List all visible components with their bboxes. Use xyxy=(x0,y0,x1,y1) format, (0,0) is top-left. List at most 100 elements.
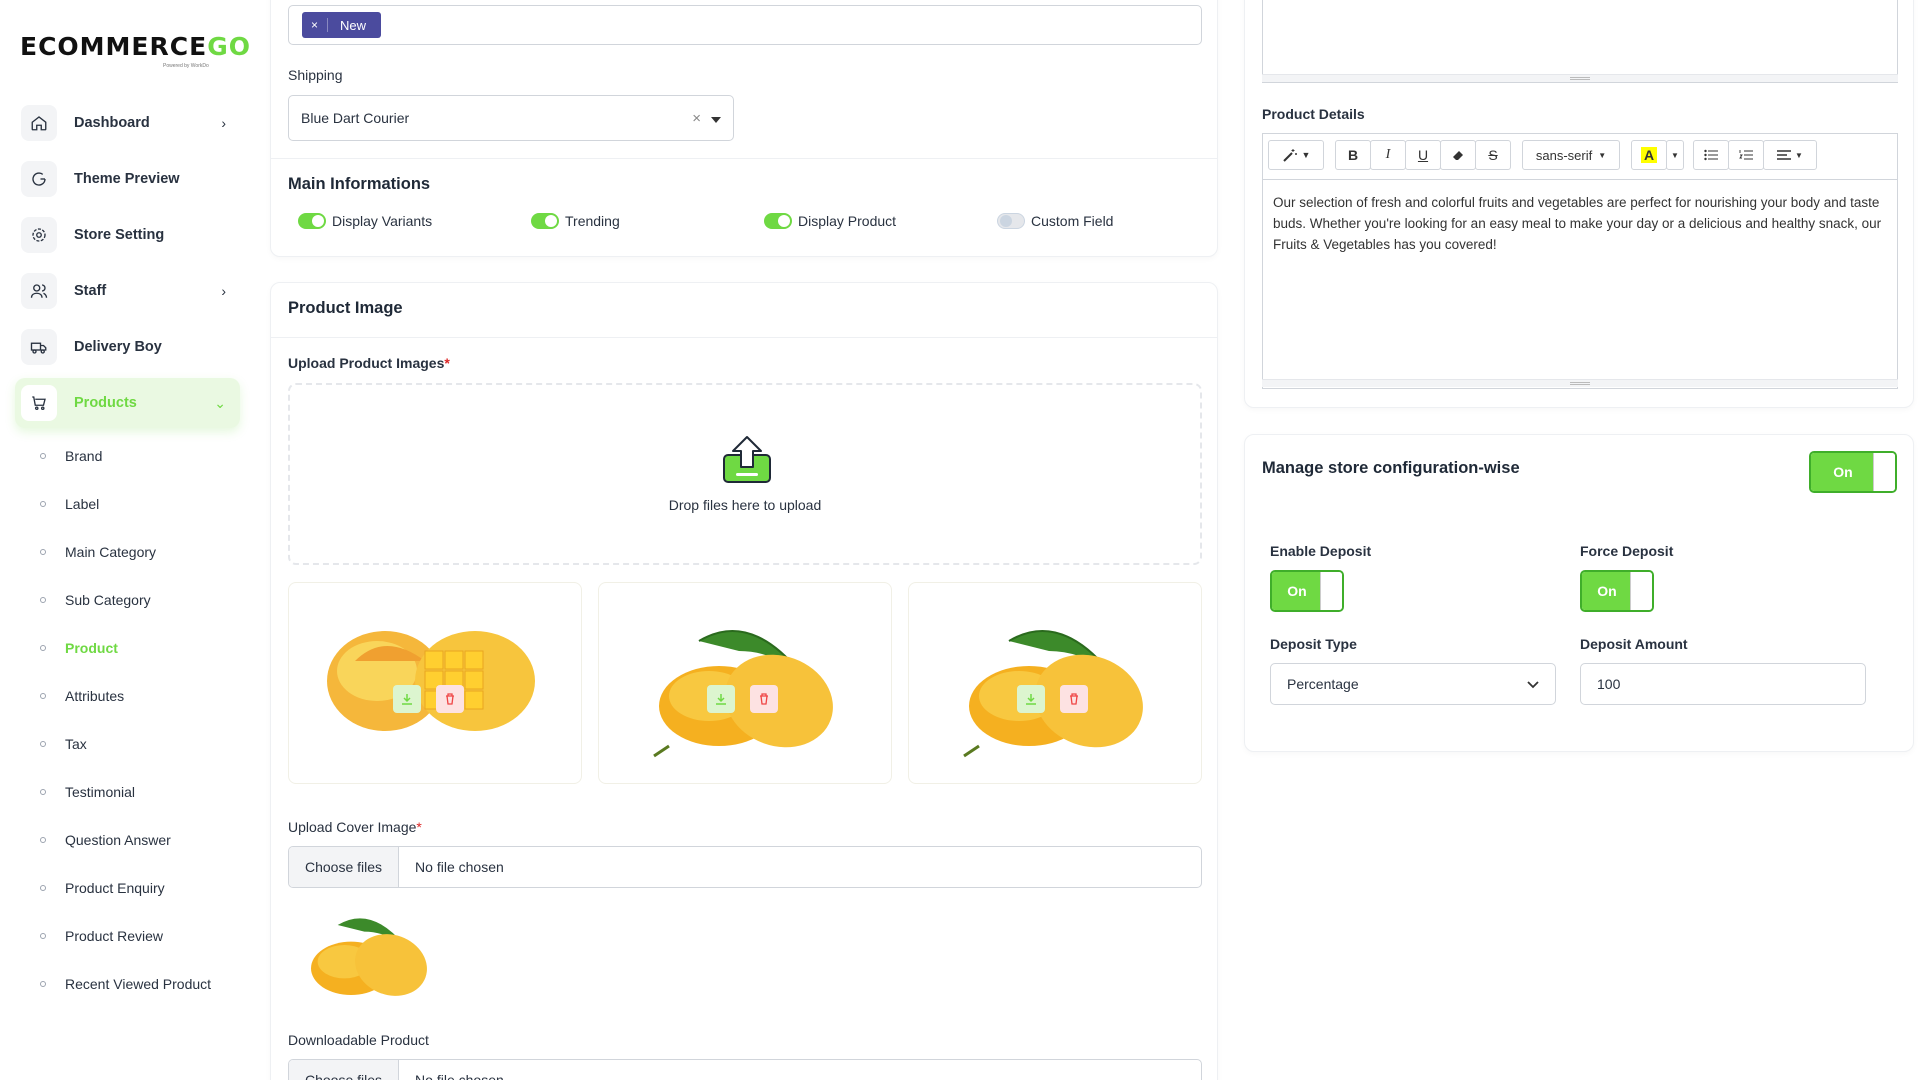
product-details-editor[interactable]: ▼ B I U S sans-serif ▼ A ▼ ▼ Our selecti… xyxy=(1262,133,1898,389)
font-family-select[interactable]: sans-serif ▼ xyxy=(1522,140,1620,170)
shipping-select[interactable]: Blue Dart Courier × xyxy=(288,95,734,141)
product-image-card: Product Image Upload Product Images* Dro… xyxy=(270,282,1218,1080)
clear-icon[interactable]: × xyxy=(692,110,701,127)
bullet-icon xyxy=(40,501,46,507)
deposit-type-value: Percentage xyxy=(1287,676,1359,692)
cover-image-input[interactable]: Choose files No file chosen xyxy=(288,846,1202,888)
product-details-label: Product Details xyxy=(1262,106,1365,122)
bullet-icon xyxy=(40,741,46,747)
sidebar-item-dashboard[interactable]: Dashboard › xyxy=(15,98,240,148)
store-config-toggle[interactable]: On xyxy=(1809,451,1897,493)
bullet-icon xyxy=(40,645,46,651)
editor-content[interactable]: Our selection of fresh and colorful frui… xyxy=(1273,192,1885,255)
strikethrough-button[interactable]: S xyxy=(1475,140,1511,170)
gear-icon xyxy=(21,217,57,253)
sidebar-subitem-product-review[interactable]: Product Review xyxy=(40,924,163,948)
subitem-label: Tax xyxy=(65,736,87,752)
divider xyxy=(271,337,1217,338)
tag-remove-button[interactable]: × xyxy=(302,18,328,32)
sidebar-item-store-setting[interactable]: Store Setting xyxy=(15,210,240,260)
sidebar-subitem-recent-viewed-product[interactable]: Recent Viewed Product xyxy=(40,972,211,996)
deposit-amount-label: Deposit Amount xyxy=(1580,636,1688,652)
align-icon[interactable]: ▼ xyxy=(1763,140,1817,170)
font-name: sans-serif xyxy=(1535,147,1593,163)
previous-editor-area[interactable] xyxy=(1262,0,1898,83)
deposit-type-select[interactable]: Percentage xyxy=(1270,663,1556,705)
sidebar-item-theme-preview[interactable]: Theme Preview xyxy=(15,154,240,204)
sidebar-subitem-testimonial[interactable]: Testimonial xyxy=(40,780,135,804)
switch-label: Custom Field xyxy=(1031,213,1114,229)
toggle-handle xyxy=(1630,572,1652,610)
choose-files-button[interactable]: Choose files xyxy=(289,1060,400,1080)
sidebar-subitem-product[interactable]: Product xyxy=(40,636,118,660)
sidebar-subitem-main-category[interactable]: Main Category xyxy=(40,540,156,564)
trash-icon[interactable] xyxy=(750,685,778,713)
switch-label: Trending xyxy=(565,213,620,229)
sidebar-subitem-tax[interactable]: Tax xyxy=(40,732,87,756)
toggle-handle xyxy=(1873,453,1895,491)
bullet-icon xyxy=(40,885,46,891)
display-product-switch[interactable] xyxy=(764,213,792,229)
choose-files-button[interactable]: Choose files xyxy=(289,847,400,887)
subitem-label: Product Enquiry xyxy=(65,880,165,896)
italic-button[interactable]: I xyxy=(1370,140,1406,170)
bullet-list-icon[interactable] xyxy=(1693,140,1729,170)
enable-deposit-toggle[interactable]: On xyxy=(1270,570,1344,612)
subitem-label: Product xyxy=(65,640,118,656)
trash-icon[interactable] xyxy=(436,685,464,713)
force-deposit-label: Force Deposit xyxy=(1580,543,1674,559)
logo[interactable]: ECOMMERCEGO Powered by WorkDo xyxy=(20,32,250,72)
bullet-icon xyxy=(40,693,46,699)
main-info-title: Main Informations xyxy=(288,175,431,193)
color-a-icon: A xyxy=(1640,147,1658,163)
users-icon xyxy=(21,273,57,309)
resize-handle[interactable] xyxy=(1262,379,1898,387)
subitem-label: Label xyxy=(65,496,100,512)
numbered-list-icon[interactable] xyxy=(1728,140,1764,170)
bold-button[interactable]: B xyxy=(1335,140,1371,170)
sidebar-subitem-product-enquiry[interactable]: Product Enquiry xyxy=(40,876,165,900)
sidebar-item-staff[interactable]: Staff › xyxy=(15,266,240,316)
magic-wand-icon[interactable]: ▼ xyxy=(1268,140,1324,170)
trending-switch[interactable] xyxy=(531,213,559,229)
sidebar-item-products[interactable]: Products ⌄ xyxy=(15,378,240,428)
upload-icon xyxy=(721,433,773,488)
sidebar-subitem-sub-category[interactable]: Sub Category xyxy=(40,588,151,612)
sidebar-subitem-question-answer[interactable]: Question Answer xyxy=(40,828,171,852)
label-tags-input[interactable] xyxy=(288,5,1202,45)
bullet-icon xyxy=(40,597,46,603)
caret-down-icon[interactable]: ▼ xyxy=(1666,140,1684,170)
sidebar-item-label: Staff xyxy=(74,283,107,299)
bullet-icon xyxy=(40,453,46,459)
sidebar-item-delivery-boy[interactable]: Delivery Boy xyxy=(15,322,240,372)
download-icon[interactable] xyxy=(393,685,421,713)
no-file-text: No file chosen xyxy=(415,1072,504,1080)
custom-field-switch[interactable] xyxy=(997,213,1025,229)
downloadable-input[interactable]: Choose files No file chosen xyxy=(288,1059,1202,1080)
force-deposit-toggle[interactable]: On xyxy=(1580,570,1654,612)
enable-deposit-label: Enable Deposit xyxy=(1270,543,1372,559)
sidebar-subitem-label[interactable]: Label xyxy=(40,492,99,516)
sidebar-item-label: Dashboard xyxy=(74,115,150,131)
underline-button[interactable]: U xyxy=(1405,140,1441,170)
trash-icon[interactable] xyxy=(1060,685,1088,713)
download-icon[interactable] xyxy=(707,685,735,713)
download-icon[interactable] xyxy=(1017,685,1045,713)
shipping-label: Shipping xyxy=(288,67,343,83)
resize-handle[interactable] xyxy=(1262,74,1898,82)
image-dropzone[interactable]: Drop files here to upload xyxy=(288,383,1202,565)
text-color-button[interactable]: A xyxy=(1631,140,1667,170)
deposit-type-label: Deposit Type xyxy=(1270,636,1357,652)
sidebar-subitem-attributes[interactable]: Attributes xyxy=(40,684,124,708)
subitem-label: Sub Category xyxy=(65,592,151,608)
caret-down-icon xyxy=(711,110,721,126)
upload-cover-label: Upload Cover Image* xyxy=(288,819,422,835)
product-details-card: Product Details ▼ B I U S sans-serif ▼ A … xyxy=(1244,0,1914,408)
subitem-label: Testimonial xyxy=(65,784,136,800)
display-variants-switch[interactable] xyxy=(298,213,326,229)
eraser-icon[interactable] xyxy=(1440,140,1476,170)
sidebar-subitem-brand[interactable]: Brand xyxy=(40,444,102,468)
product-image-title: Product Image xyxy=(288,299,403,317)
deposit-amount-input[interactable]: 100 xyxy=(1580,663,1866,705)
chevron-right-icon: › xyxy=(221,283,226,299)
